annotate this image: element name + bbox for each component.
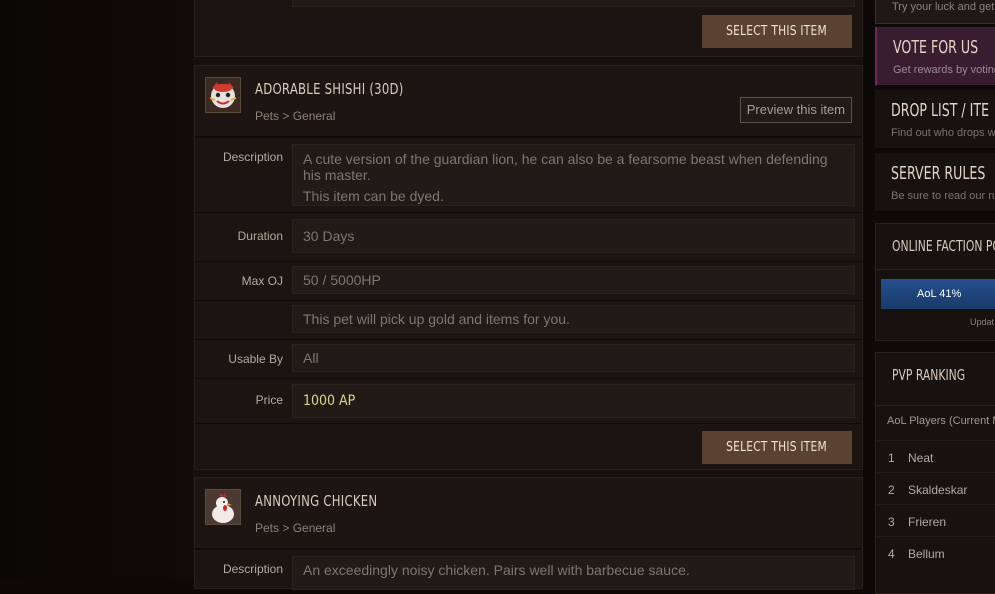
ranking-player: Frieren xyxy=(908,515,947,529)
description-value: A cute version of the guardian lion, he … xyxy=(292,144,855,206)
item-title[interactable]: ADORABLE SHISHI (30D) xyxy=(255,80,404,98)
ranking-player: Bellum xyxy=(908,547,945,561)
item-thumbnail[interactable] xyxy=(205,77,241,113)
max-oj-value: 50 / 5000HP xyxy=(292,266,855,294)
description-row: Description An exceedingly noisy chicken… xyxy=(195,549,862,590)
vote-title: VOTE FOR US xyxy=(893,37,979,58)
detail-row xyxy=(195,0,862,8)
ranking-player: Skaldeskar xyxy=(908,483,968,497)
pvp-ranking-title: PVP RANKING xyxy=(892,366,966,384)
ranking-row[interactable]: 1 Neat xyxy=(876,440,995,473)
drop-list-title: DROP LIST / ITE xyxy=(891,100,990,121)
item-title[interactable]: ANNOYING CHICKEN xyxy=(255,492,377,510)
ranking-row[interactable]: 2 Skaldeskar xyxy=(876,472,995,505)
chicken-pet-image xyxy=(206,490,240,524)
usable-by-label: Usable By xyxy=(228,352,283,366)
ranking-number: 1 xyxy=(888,451,895,465)
server-rules-title: SERVER RULES xyxy=(891,163,986,184)
price-value: 1000 AP xyxy=(292,384,855,418)
usable-by-value: All xyxy=(292,344,855,372)
duration-label: Duration xyxy=(237,229,283,243)
faction-divider xyxy=(876,269,995,270)
ranking-row[interactable]: 3 Frieren xyxy=(876,504,995,537)
pvp-ranking-divider xyxy=(876,405,995,406)
lucky-draw-subtitle: Try your luck and get xyxy=(892,1,995,13)
item-category: Pets > General xyxy=(255,521,336,535)
select-item-button[interactable]: SELECT THIS ITEM xyxy=(702,431,852,464)
lucky-draw-link[interactable]: Try your luck and get xyxy=(875,0,995,24)
price-label: Price xyxy=(255,393,283,407)
description-value: An exceedingly noisy chicken. Pairs well… xyxy=(292,556,855,590)
description-text: A cute version of the guardian lion, he … xyxy=(303,151,828,183)
pet-ability-row: This pet will pick up gold and items for… xyxy=(195,300,862,339)
detail-value xyxy=(292,0,855,7)
max-oj-row: Max OJ 50 / 5000HP xyxy=(195,261,862,300)
vote-subtitle: Get rewards by voting xyxy=(893,64,995,76)
item-card: ANNOYING CHICKEN Pets > General Descript… xyxy=(194,477,863,590)
ranking-row[interactable]: 4 Bellum xyxy=(876,536,995,569)
item-list: SELECT THIS ITEM ADORABLE SHISHI (30D) P… xyxy=(193,0,863,590)
ranking-number: 3 xyxy=(888,515,895,529)
usable-by-row: Usable By All xyxy=(195,339,862,378)
ranking-number: 2 xyxy=(888,483,895,497)
description-row: Description A cute version of the guardi… xyxy=(195,137,862,212)
faction-bar-track: AoL 41% xyxy=(881,279,995,309)
item-card-header: ADORABLE SHISHI (30D) Pets > General Pre… xyxy=(195,66,862,137)
duration-value: 30 Days xyxy=(292,219,855,253)
faction-bar-label: AoL 41% xyxy=(917,288,962,300)
page-background-left xyxy=(0,0,193,578)
max-oj-label: Max OJ xyxy=(241,274,283,288)
pvp-ranking-subtitle: AoL Players (Current M xyxy=(887,415,995,427)
faction-updated-text: Updat xyxy=(970,317,995,327)
item-thumbnail[interactable] xyxy=(205,489,241,525)
description-label: Description xyxy=(222,150,283,164)
description-note: This item can be dyed. xyxy=(303,188,444,204)
server-rules-link[interactable]: SERVER RULES Be sure to read our ru xyxy=(875,153,995,212)
price-row: Price 1000 AP xyxy=(195,378,862,423)
pet-ability-value: This pet will pick up gold and items for… xyxy=(292,305,855,333)
ranking-player: Neat xyxy=(908,451,934,465)
item-card-previous: SELECT THIS ITEM xyxy=(194,0,863,57)
pvp-ranking-panel: PVP RANKING AoL Players (Current M 1 Nea… xyxy=(875,352,995,594)
item-category: Pets > General xyxy=(255,109,336,123)
select-item-button[interactable]: SELECT THIS ITEM xyxy=(702,15,852,48)
preview-item-button[interactable]: Preview this item xyxy=(739,97,852,123)
item-card: ADORABLE SHISHI (30D) Pets > General Pre… xyxy=(194,65,863,470)
faction-bar-fill: AoL 41% xyxy=(881,279,995,309)
description-label: Description xyxy=(222,562,283,576)
online-faction-panel: ONLINE FACTION PO AoL 41% Updat xyxy=(875,223,995,341)
drop-list-subtitle: Find out who drops w xyxy=(891,127,995,139)
vote-link[interactable]: VOTE FOR US Get rewards by voting xyxy=(875,27,995,86)
drop-list-link[interactable]: DROP LIST / ITE Find out who drops w xyxy=(875,90,995,149)
right-sidebar: Try your luck and get VOTE FOR US Get re… xyxy=(874,0,995,594)
item-card-header: ANNOYING CHICKEN Pets > General xyxy=(195,478,862,549)
server-rules-subtitle: Be sure to read our ru xyxy=(891,190,995,202)
ranking-number: 4 xyxy=(888,547,895,561)
shishi-pet-image xyxy=(206,78,240,112)
online-faction-title: ONLINE FACTION PO xyxy=(892,237,995,255)
select-row: SELECT THIS ITEM xyxy=(195,423,862,474)
duration-row: Duration 30 Days xyxy=(195,212,862,261)
